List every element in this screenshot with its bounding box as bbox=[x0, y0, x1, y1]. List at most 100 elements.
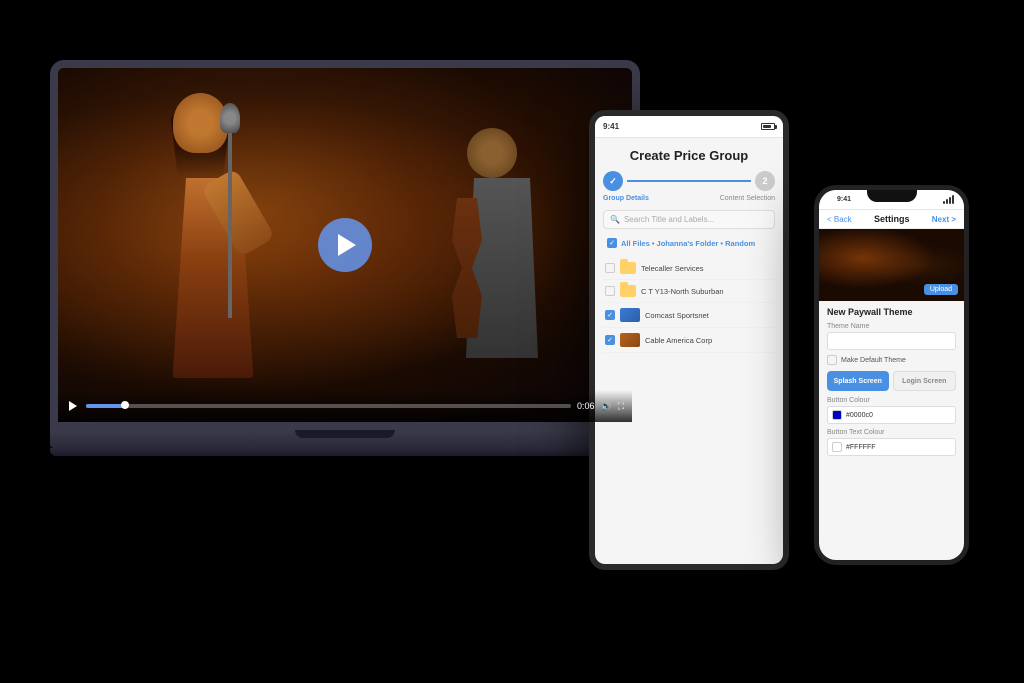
file-checkbox-3[interactable] bbox=[605, 310, 615, 320]
video-controls: 0:06 🔊 ⛶ bbox=[58, 390, 632, 422]
step-line bbox=[627, 180, 751, 182]
phone-screen: 9:41 < Back Settings Next > bbox=[819, 190, 964, 560]
play-pause-button[interactable] bbox=[66, 399, 80, 413]
file-name-4: Cable America Corp bbox=[645, 336, 773, 345]
phone-status-icons bbox=[943, 196, 954, 204]
select-all-checkbox[interactable]: ✓ bbox=[607, 238, 617, 248]
search-icon: 🔍 bbox=[610, 215, 620, 224]
file-thumb-3 bbox=[620, 308, 640, 322]
tablet: 9:41 Create Price Group ✓ bbox=[589, 110, 789, 570]
progress-bar[interactable] bbox=[86, 404, 571, 408]
laptop-screen: 0:06 🔊 ⛶ bbox=[58, 68, 632, 422]
progress-handle bbox=[121, 401, 129, 409]
concert-background: 0:06 🔊 ⛶ bbox=[58, 68, 632, 422]
theme-name-input[interactable] bbox=[827, 332, 956, 350]
search-placeholder: Search Title and Labels... bbox=[624, 215, 714, 224]
laptop-screen-bezel: 0:06 🔊 ⛶ bbox=[50, 60, 640, 430]
signal-bar-3 bbox=[949, 197, 951, 204]
battery-tip bbox=[775, 125, 777, 129]
login-screen-tab[interactable]: Login Screen bbox=[893, 371, 957, 391]
folder-icon-2 bbox=[620, 285, 636, 297]
scene: 0:06 🔊 ⛶ 9:41 bbox=[0, 0, 1024, 683]
volume-icon[interactable]: 🔊 bbox=[600, 401, 611, 412]
signal-bars-icon bbox=[943, 196, 954, 204]
tablet-topbar: 9:41 bbox=[595, 116, 783, 138]
breadcrumb-row: ✓ All Files • Johanna's Folder • Random bbox=[603, 235, 775, 251]
file-row: Cable America Corp bbox=[603, 328, 775, 353]
phone-back-button[interactable]: < Back bbox=[827, 215, 852, 224]
phone-image-area: Upload bbox=[819, 229, 964, 301]
breadcrumb-path: All Files • Johanna's Folder • Random bbox=[621, 239, 755, 248]
tablet-screen: 9:41 Create Price Group ✓ bbox=[595, 116, 783, 564]
step-1-check: ✓ bbox=[609, 176, 617, 187]
laptop: 0:06 🔊 ⛶ bbox=[50, 60, 640, 480]
progress-fill bbox=[86, 404, 125, 408]
default-theme-checkbox[interactable] bbox=[827, 355, 837, 365]
stepper-row: ✓ 2 bbox=[603, 171, 775, 191]
button-colour-value: #0000c0 bbox=[846, 412, 873, 419]
background-musician bbox=[442, 128, 572, 358]
theme-name-label: Theme Name bbox=[827, 323, 956, 330]
laptop-base bbox=[50, 430, 640, 448]
button-text-colour-swatch bbox=[832, 442, 842, 452]
folder-icon-1 bbox=[620, 262, 636, 274]
splash-screen-tab[interactable]: Splash Screen bbox=[827, 371, 889, 391]
file-row: Comcast Sportsnet bbox=[603, 303, 775, 328]
search-bar[interactable]: 🔍 Search Title and Labels... bbox=[603, 210, 775, 229]
step-1-label: Group Details bbox=[603, 195, 649, 202]
fullscreen-icon[interactable]: ⛶ bbox=[618, 401, 624, 412]
login-screen-tab-label: Login Screen bbox=[902, 378, 946, 385]
default-theme-label: Make Default Theme bbox=[841, 357, 906, 364]
phone-body: 9:41 < Back Settings Next > bbox=[814, 185, 969, 565]
phone-section-title: New Paywall Theme bbox=[827, 307, 956, 317]
mic-stand bbox=[228, 118, 232, 318]
tablet-status-icons bbox=[761, 123, 775, 130]
step-1-indicator: ✓ bbox=[603, 171, 623, 191]
step-2-number: 2 bbox=[762, 176, 767, 186]
tablet-content: Create Price Group ✓ 2 Group Details bbox=[595, 138, 783, 363]
phone-next-button[interactable]: Next > bbox=[932, 215, 956, 224]
mic-head bbox=[220, 103, 240, 133]
button-text-colour-value: #FFFFFF bbox=[846, 444, 876, 451]
battery-icon bbox=[761, 123, 775, 130]
file-checkbox-2[interactable] bbox=[605, 286, 615, 296]
file-name-1: Telecaller Services bbox=[641, 264, 773, 273]
signal-bar-2 bbox=[946, 199, 948, 204]
button-colour-swatch bbox=[832, 410, 842, 420]
laptop-notch bbox=[295, 430, 395, 438]
splash-screen-tab-label: Splash Screen bbox=[834, 378, 882, 385]
phone-notch bbox=[867, 190, 917, 202]
file-name-3: Comcast Sportsnet bbox=[645, 311, 773, 320]
default-theme-row: Make Default Theme bbox=[827, 355, 956, 365]
step-labels: Group Details Content Selection bbox=[603, 195, 775, 202]
time-display: 0:06 bbox=[577, 401, 595, 411]
phone-image-upload-button[interactable]: Upload bbox=[924, 284, 958, 295]
signal-bar-1 bbox=[943, 201, 945, 204]
tablet-time: 9:41 bbox=[603, 122, 619, 131]
file-thumb-4 bbox=[620, 333, 640, 347]
file-checkbox-1[interactable] bbox=[605, 263, 615, 273]
button-text-colour-label: Button Text Colour bbox=[827, 429, 956, 436]
file-row: C T Y13-North Suburban bbox=[603, 280, 775, 303]
laptop-feet bbox=[50, 448, 640, 456]
signal-bar-4 bbox=[952, 195, 954, 204]
phone-header-title: Settings bbox=[874, 214, 910, 224]
button-colour-label: Button Colour bbox=[827, 397, 956, 404]
phone: 9:41 < Back Settings Next > bbox=[814, 185, 969, 565]
phone-tabs: Splash Screen Login Screen bbox=[827, 371, 956, 391]
file-name-2: C T Y13-North Suburban bbox=[641, 287, 773, 296]
play-button[interactable] bbox=[318, 218, 372, 272]
button-text-colour-input[interactable]: #FFFFFF bbox=[827, 438, 956, 456]
phone-time: 9:41 bbox=[837, 196, 851, 203]
play-icon bbox=[338, 234, 356, 256]
file-row: Telecaller Services bbox=[603, 257, 775, 280]
phone-form: New Paywall Theme Theme Name Make Defaul… bbox=[819, 301, 964, 467]
button-colour-input[interactable]: #0000c0 bbox=[827, 406, 956, 424]
file-checkbox-4[interactable] bbox=[605, 335, 615, 345]
step-2-indicator: 2 bbox=[755, 171, 775, 191]
tablet-title: Create Price Group bbox=[603, 148, 775, 163]
step-2-label: Content Selection bbox=[720, 195, 775, 202]
phone-header: < Back Settings Next > bbox=[819, 210, 964, 229]
select-all-check: ✓ bbox=[609, 240, 615, 247]
tablet-body: 9:41 Create Price Group ✓ bbox=[589, 110, 789, 570]
